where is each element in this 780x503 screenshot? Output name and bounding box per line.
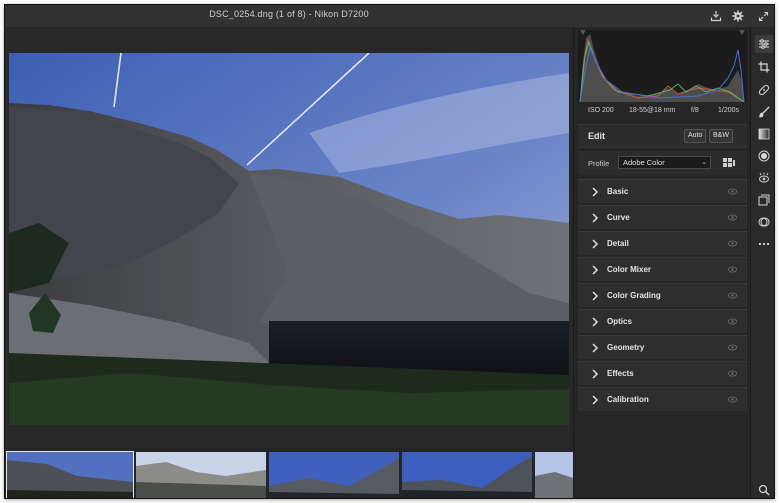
chevron-right-icon: [592, 213, 599, 223]
eye-icon[interactable]: [728, 240, 737, 247]
section-label: Optics: [607, 317, 632, 326]
chevron-right-icon: [592, 291, 599, 301]
eye-icon[interactable]: [728, 396, 737, 403]
eye-icon[interactable]: [728, 292, 737, 299]
eye-icon[interactable]: [728, 266, 737, 273]
exif-aperture: f/8: [691, 107, 699, 114]
photo-preview[interactable]: [9, 53, 569, 425]
section-label: Curve: [607, 213, 630, 222]
red-eye-icon[interactable]: [755, 169, 773, 187]
profile-dropdown[interactable]: Adobe Color ⌄: [618, 156, 711, 169]
section-calibration[interactable]: Calibration: [578, 387, 747, 411]
section-label: Basic: [607, 187, 629, 196]
section-label: Geometry: [607, 343, 645, 352]
eye-icon[interactable]: [728, 188, 737, 195]
filmstrip-thumbnail[interactable]: [6, 451, 134, 499]
eye-icon[interactable]: [728, 344, 737, 351]
edit-sliders-icon[interactable]: [755, 35, 773, 53]
filmstrip-thumbnail[interactable]: [269, 452, 399, 499]
eye-icon[interactable]: [728, 370, 737, 377]
snapshots-icon[interactable]: [755, 213, 773, 231]
section-color-mixer[interactable]: Color Mixer: [578, 257, 747, 281]
section-label: Calibration: [607, 395, 649, 404]
filmstrip-thumbnail[interactable]: [402, 452, 532, 499]
filmstrip-thumbnail[interactable]: [535, 452, 573, 499]
tool-strip: [750, 27, 774, 498]
expand-icon[interactable]: [756, 9, 770, 23]
section-optics[interactable]: Optics: [578, 309, 747, 333]
radial-filter-icon[interactable]: [755, 147, 773, 165]
exif-info: ISO 200 18-55@18 mm f/8 1/200s: [578, 105, 747, 119]
chevron-right-icon: [592, 239, 599, 249]
eye-icon[interactable]: [728, 318, 737, 325]
chevron-right-icon: [592, 187, 599, 197]
edit-panel: ISO 200 18-55@18 mm f/8 1/200s Edit Auto…: [573, 27, 750, 498]
title-bar: DSC_0254.dng (1 of 8) - Nikon D7200: [5, 5, 774, 27]
brush-icon[interactable]: [755, 103, 773, 121]
histogram: [578, 30, 747, 102]
app-window: DSC_0254.dng (1 of 8) - Nikon D7200 ISO …: [4, 4, 775, 499]
chevron-right-icon: [592, 369, 599, 379]
chevron-right-icon: [592, 343, 599, 353]
image-canvas[interactable]: [5, 27, 573, 453]
section-label: Effects: [607, 369, 634, 378]
section-curve[interactable]: Curve: [578, 205, 747, 229]
profile-row: Profile Adobe Color ⌄: [578, 151, 747, 175]
more-icon[interactable]: [755, 235, 773, 253]
save-download-icon[interactable]: [709, 9, 723, 23]
zoom-icon[interactable]: [755, 481, 773, 498]
section-basic[interactable]: Basic: [578, 179, 747, 203]
chevron-right-icon: [592, 265, 599, 275]
exif-iso: ISO 200: [588, 107, 614, 114]
section-label: Color Grading: [607, 291, 661, 300]
section-label: Color Mixer: [607, 265, 652, 274]
chevron-right-icon: [592, 395, 599, 405]
healing-icon[interactable]: [755, 81, 773, 99]
exif-lens: 18-55@18 mm: [629, 107, 676, 114]
exif-shutter: 1/200s: [718, 107, 740, 114]
section-detail[interactable]: Detail: [578, 231, 747, 255]
window-title: DSC_0254.dng (1 of 8) - Nikon D7200: [209, 9, 369, 19]
edit-header: Edit Auto B&W: [578, 124, 747, 148]
filmstrip-thumbnail[interactable]: [136, 452, 266, 499]
edit-title: Edit: [588, 131, 605, 141]
auto-button[interactable]: Auto: [684, 129, 707, 143]
profile-browser-icon[interactable]: [723, 158, 735, 168]
chevron-down-icon: ⌄: [701, 159, 707, 166]
profile-label: Profile: [588, 159, 610, 168]
gear-icon[interactable]: [731, 9, 745, 23]
section-effects[interactable]: Effects: [578, 361, 747, 385]
linear-gradient-icon[interactable]: [755, 125, 773, 143]
section-label: Detail: [607, 239, 629, 248]
bw-button[interactable]: B&W: [709, 129, 733, 143]
filmstrip: [5, 448, 573, 499]
crop-icon[interactable]: [755, 58, 773, 76]
eye-icon[interactable]: [728, 214, 737, 221]
section-geometry[interactable]: Geometry: [578, 335, 747, 359]
presets-icon[interactable]: [755, 191, 773, 209]
profile-value: Adobe Color: [623, 158, 665, 167]
chevron-right-icon: [592, 317, 599, 327]
section-color-grading[interactable]: Color Grading: [578, 283, 747, 307]
